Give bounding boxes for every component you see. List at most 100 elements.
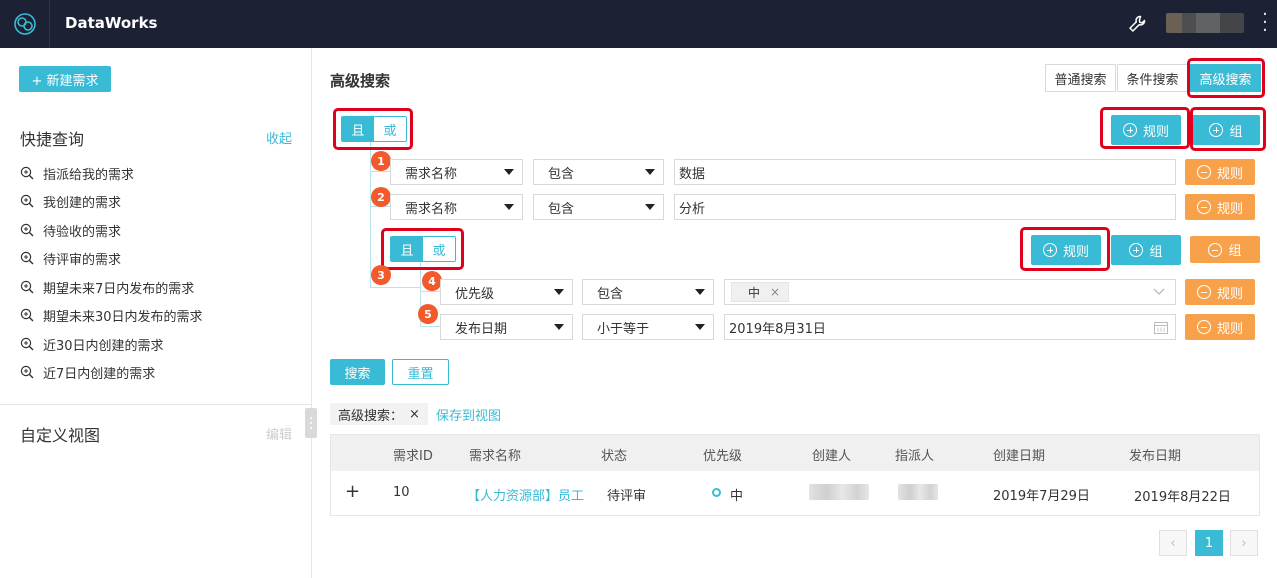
quick-item-label: 近30日内创建的需求 (43, 338, 164, 354)
or-option[interactable]: 或 (374, 117, 406, 141)
user-avatar[interactable] (1166, 13, 1244, 33)
tree-connector (370, 287, 420, 288)
column-header[interactable]: 状态 (601, 445, 627, 464)
chevron-down-icon (645, 169, 655, 175)
cell-created-date: 2019年7月29日 (993, 489, 1090, 504)
remove-rule-button[interactable]: 规则 (1185, 159, 1255, 185)
search-button[interactable]: 搜索 (330, 359, 385, 385)
cell-priority: 中 (730, 489, 744, 504)
operator-select[interactable]: 包含 (533, 159, 664, 185)
field-select[interactable]: 需求名称 (390, 194, 523, 220)
quick-item-label: 期望未来7日内发布的需求 (43, 281, 195, 297)
expand-row-button[interactable]: + (345, 481, 360, 502)
minus-circle-icon (1196, 200, 1211, 214)
chevron-down-icon (554, 324, 564, 330)
operator-select[interactable]: 小于等于 (582, 314, 714, 340)
chevron-down-icon (504, 169, 514, 175)
quick-item[interactable]: 期望未来7日内发布的需求 (20, 277, 194, 297)
sidebar-resize-handle[interactable] (305, 408, 317, 438)
minus-circle-icon (1196, 165, 1211, 179)
tag-close-icon[interactable]: × (770, 285, 780, 299)
remove-group-button[interactable]: 组 (1190, 236, 1260, 263)
add-group-button[interactable]: 组 (1192, 115, 1260, 145)
quick-item[interactable]: 近30日内创建的需求 (20, 334, 164, 354)
column-header[interactable]: 指派人 (895, 445, 934, 464)
tab-normal-search[interactable]: 普通搜索 (1045, 64, 1116, 92)
field-select[interactable]: 发布日期 (440, 314, 573, 340)
calendar-icon[interactable] (1154, 321, 1168, 334)
column-header[interactable]: 需求名称 (469, 445, 521, 464)
column-header[interactable]: 优先级 (703, 445, 742, 464)
value-input[interactable]: 分析 (674, 194, 1176, 220)
app-title[interactable]: DataWorks (65, 14, 157, 32)
column-header[interactable]: 创建日期 (993, 445, 1045, 464)
search-plus-icon (20, 166, 34, 180)
quick-item[interactable]: 近7日内创建的需求 (20, 362, 155, 382)
priority-dot-icon (712, 488, 721, 497)
quick-item-label: 近7日内创建的需求 (43, 366, 156, 382)
top-bar (0, 0, 1277, 48)
quick-item[interactable]: 我创建的需求 (20, 191, 121, 211)
search-plus-icon (20, 365, 34, 379)
logo-icon[interactable] (0, 0, 50, 48)
more-vertical-icon[interactable]: · · · (1262, 6, 1268, 40)
active-filter-tag: 高级搜索： × (330, 403, 428, 425)
and-option[interactable]: 且 (342, 117, 374, 141)
quick-item-label: 待验收的需求 (43, 224, 122, 240)
sidebar-divider (0, 404, 312, 405)
plus-circle-icon (1122, 123, 1137, 137)
tab-advanced-search[interactable]: 高级搜索 (1190, 64, 1261, 92)
chevron-down-icon (504, 204, 514, 210)
tree-connector (370, 171, 390, 172)
quick-query-title: 快捷查询 (20, 130, 85, 149)
or-option[interactable]: 或 (423, 237, 455, 261)
field-select[interactable]: 优先级 (440, 279, 573, 305)
rule-index-badge: 1 (371, 151, 391, 171)
chevron-down-icon (554, 289, 564, 295)
tree-connector (420, 291, 440, 292)
page-title: 高级搜索 (330, 72, 391, 90)
group-add-rule-button[interactable]: 规则 (1031, 235, 1101, 265)
column-header[interactable]: 需求ID (393, 445, 433, 464)
and-or-toggle[interactable]: 且 或 (390, 236, 456, 262)
add-rule-button[interactable]: 规则 (1111, 115, 1181, 145)
column-header[interactable]: 发布日期 (1129, 445, 1181, 464)
quick-item-label: 期望未来30日内发布的需求 (43, 309, 203, 325)
wrench-icon[interactable] (1127, 14, 1147, 34)
cell-status: 待评审 (607, 489, 647, 504)
cell-name-link[interactable]: 【人力资源部】员工 (467, 485, 584, 504)
next-page-button[interactable]: › (1230, 530, 1258, 556)
field-select[interactable]: 需求名称 (390, 159, 523, 185)
remove-rule-button[interactable]: 规则 (1185, 279, 1255, 305)
tab-condition-search[interactable]: 条件搜索 (1117, 64, 1188, 92)
quick-item[interactable]: 指派给我的需求 (20, 163, 134, 183)
close-icon[interactable]: × (409, 407, 420, 422)
quick-item[interactable]: 期望未来30日内发布的需求 (20, 305, 203, 325)
assignee-redacted (898, 484, 938, 500)
edit-link[interactable]: 编辑 (266, 424, 292, 443)
quick-item[interactable]: 待验收的需求 (20, 220, 121, 240)
plus-circle-icon (1209, 123, 1224, 137)
and-or-toggle[interactable]: 且 或 (341, 116, 407, 142)
and-option[interactable]: 且 (391, 237, 423, 261)
collapse-link[interactable]: 收起 (266, 128, 292, 147)
prev-page-button[interactable]: ‹ (1159, 530, 1187, 556)
column-header[interactable]: 创建人 (812, 445, 851, 464)
search-plus-icon (20, 223, 34, 237)
remove-rule-button[interactable]: 规则 (1185, 194, 1255, 220)
reset-button[interactable]: 重置 (392, 359, 449, 385)
new-requirement-button[interactable]: + 新建需求 (19, 66, 111, 92)
value-input[interactable]: 数据 (674, 159, 1176, 185)
value-multiselect[interactable]: 中 × (724, 279, 1176, 305)
date-input[interactable]: 2019年8月31日 (724, 314, 1176, 340)
save-to-view-link[interactable]: 保存到视图 (436, 405, 501, 424)
quick-item[interactable]: 待评审的需求 (20, 248, 121, 268)
remove-rule-button[interactable]: 规则 (1185, 314, 1255, 340)
chevron-down-icon (645, 204, 655, 210)
group-add-group-button[interactable]: 组 (1111, 235, 1181, 265)
custom-view-title: 自定义视图 (20, 426, 101, 445)
operator-select[interactable]: 包含 (533, 194, 664, 220)
operator-select[interactable]: 包含 (582, 279, 714, 305)
requirements-table: 需求ID 需求名称 状态 优先级 创建人 指派人 创建日期 发布日期 + 10 … (330, 434, 1260, 516)
page-button[interactable]: 1 (1195, 530, 1223, 556)
